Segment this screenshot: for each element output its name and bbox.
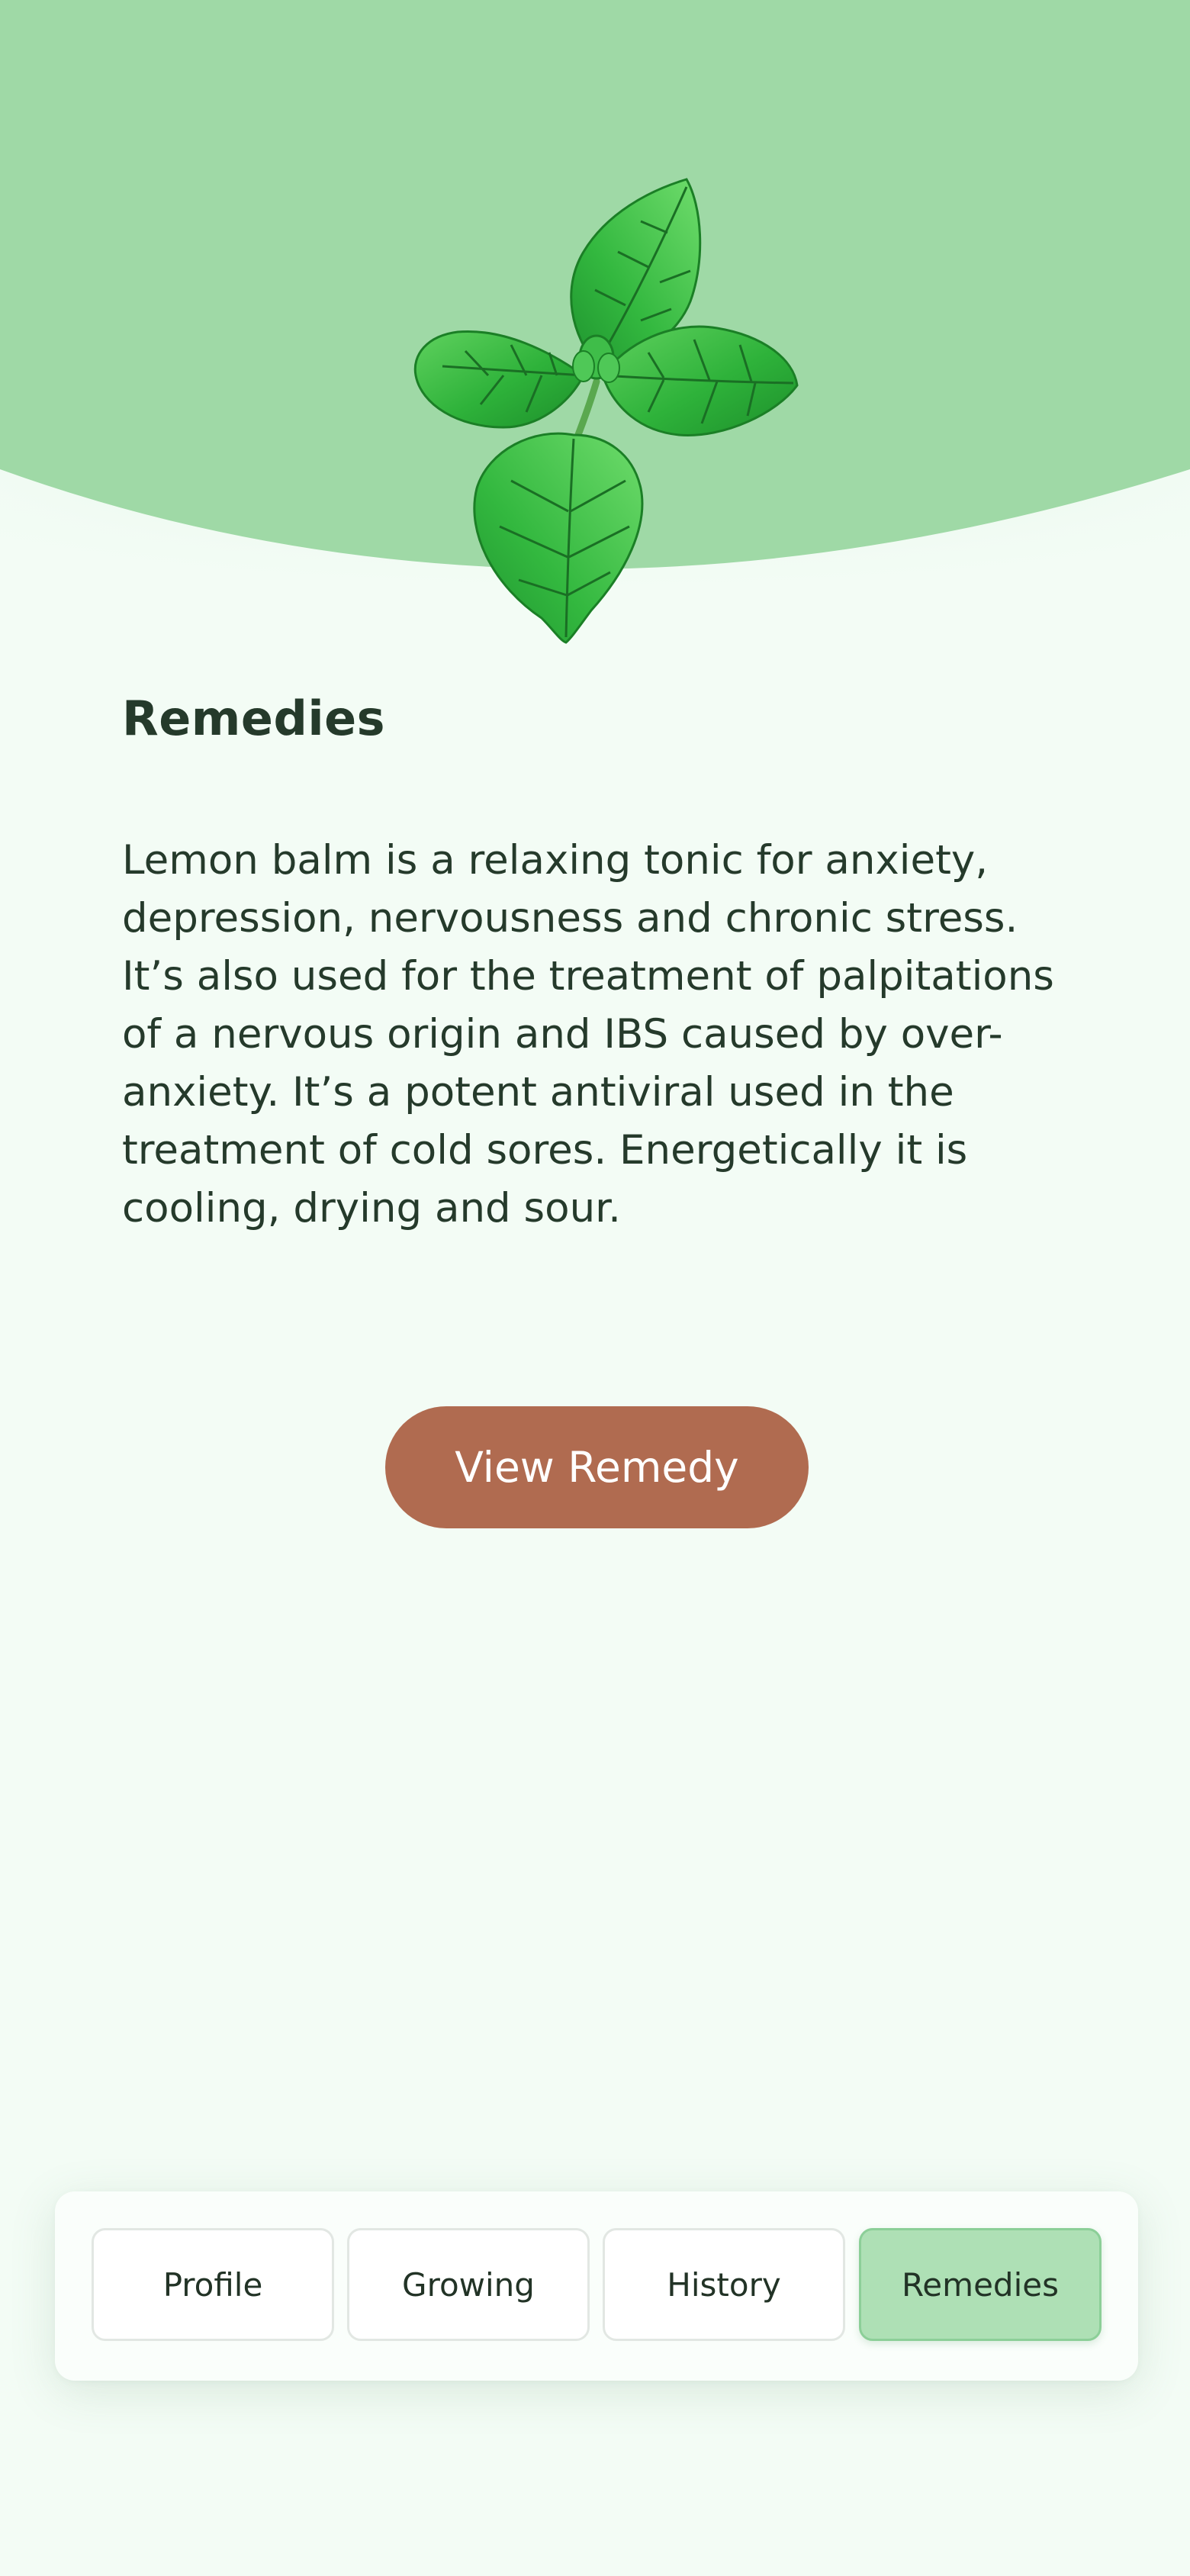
remedy-description: Lemon balm is a relaxing tonic for anxie… bbox=[122, 837, 1054, 1232]
lemon-balm-plant-illustration bbox=[413, 178, 799, 644]
tab-profile[interactable]: Profile bbox=[92, 2228, 334, 2341]
section-title: Remedies bbox=[122, 691, 386, 746]
tab-history[interactable]: History bbox=[603, 2228, 845, 2341]
hero-header bbox=[0, 0, 1190, 656]
bottom-tab-bar: Profile Growing History Remedies bbox=[55, 2191, 1138, 2381]
tab-growing[interactable]: Growing bbox=[347, 2228, 590, 2341]
tab-remedies[interactable]: Remedies bbox=[859, 2228, 1102, 2341]
view-remedy-button[interactable]: View Remedy bbox=[385, 1406, 809, 1528]
